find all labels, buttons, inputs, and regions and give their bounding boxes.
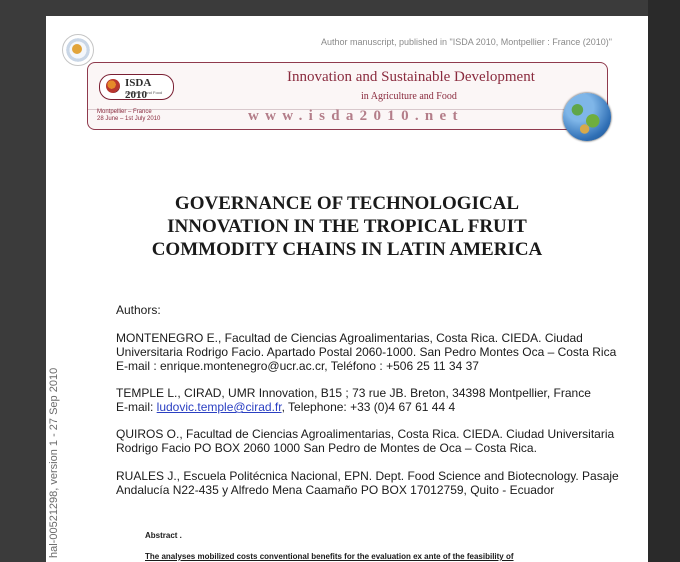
manuscript-note: Author manuscript, published in "ISDA 20… [320, 37, 612, 47]
globe-icon [563, 93, 611, 141]
author-line: MONTENEGRO E., Facultad de Ciencias Agro… [116, 331, 583, 345]
author-line: QUIROS O., Facultad de Ciencias Agroalim… [116, 427, 615, 441]
isda-logo: ISDA 2010 Agriculture and Food [99, 74, 174, 101]
authors-label: Authors: [116, 303, 161, 317]
hal-side-stamp: hal-00521298, version 1 - 27 Sep 2010 [48, 367, 60, 558]
author-line: RUALES J., Escuela Politécnica Nacional,… [116, 469, 619, 483]
isda-swirl-icon [106, 79, 120, 93]
paper-title: GOVERNANCE OF TECHNOLOGICAL INNOVATION I… [46, 192, 648, 261]
author-block: TEMPLE L., CIRAD, UMR Innovation, B15 ; … [116, 386, 636, 414]
author-line: E-mail : enrique.montenegro@ucr.ac.cr, T… [116, 359, 479, 373]
banner-place-dates: Montpellier – France 28 June – 1st July … [97, 109, 160, 123]
pdf-page: Author manuscript, published in "ISDA 20… [46, 16, 648, 562]
author-block: MONTENEGRO E., Facultad de Ciencias Agro… [116, 331, 636, 373]
banner-url: www.isda2010.net [248, 108, 464, 124]
author-line: Universitaria Rodrigo Facio. Apartado Po… [116, 345, 617, 359]
author-block: RUALES J., Escuela Politécnica Nacional,… [116, 469, 636, 497]
viewer-left-margin [0, 0, 46, 562]
banner-place: Montpellier – France [97, 109, 152, 115]
paper-title-line: GOVERNANCE OF TECHNOLOGICAL [174, 193, 520, 214]
abstract-heading: Abstract . [145, 531, 182, 540]
author-line: Rodrigo Facio PO BOX 2060 1000 San Pedro… [116, 441, 537, 455]
email-prefix: E-mail: [116, 400, 157, 414]
banner-subtitle: in Agriculture and Food [361, 91, 457, 102]
author-line: Andalucía N22-435 y Alfredo Mena Caamaño… [116, 483, 555, 497]
paper-title-line: COMMODITY CHAINS IN LATIN AMERICA [151, 239, 543, 260]
paper-title-line: INNOVATION IN THE TROPICAL FRUIT [167, 216, 527, 237]
isda-logo-subtext: Agriculture and Food [125, 90, 163, 95]
abstract-body: The analyses mobilized costs conventiona… [145, 552, 514, 561]
email-suffix: , Telephone: +33 (0)4 67 61 44 4 [281, 400, 456, 414]
author-email-line: E-mail: ludovic.temple@cirad.fr, Telepho… [116, 400, 636, 414]
banner-title: Innovation and Sustainable Development [287, 69, 535, 85]
isda-logo-text: ISDA 2010 [125, 77, 151, 101]
author-block: QUIROS O., Facultad de Ciencias Agroalim… [116, 427, 636, 455]
banner-dates: 28 June – 1st July 2010 [97, 116, 161, 122]
viewer-scrollbar-area[interactable] [648, 0, 680, 562]
university-seal-logo [62, 34, 94, 66]
author-line: TEMPLE L., CIRAD, UMR Innovation, B15 ; … [116, 386, 591, 400]
conference-banner: ISDA 2010 Agriculture and Food Innovatio… [87, 62, 608, 130]
email-link[interactable]: ludovic.temple@cirad.fr [157, 400, 282, 414]
